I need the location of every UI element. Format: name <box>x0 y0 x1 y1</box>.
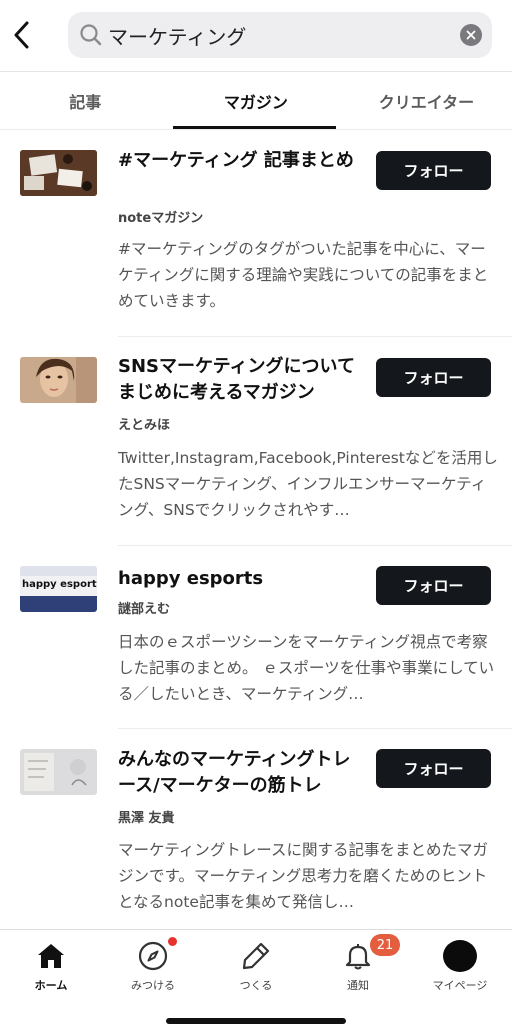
chevron-left-icon <box>14 21 29 49</box>
nav-label: つくる <box>239 979 273 992</box>
magazine-author[interactable]: えとみほ <box>118 414 170 433</box>
search-input[interactable] <box>108 12 448 58</box>
whiteboard-photo-thumbnail[interactable] <box>20 749 97 795</box>
search-bar[interactable] <box>68 12 492 58</box>
magazine-title[interactable]: SNSマーケティングについてまじめに考えるマガジン <box>118 354 368 406</box>
magazine-title[interactable]: happy esports <box>118 566 368 592</box>
nav-notifications[interactable]: 21 通知 <box>308 930 408 996</box>
magazine-description: マーケティングトレースに関する記事をまとめたマガジンです。マーケティング思考力を… <box>118 841 488 911</box>
tab-articles[interactable]: 記事 <box>0 72 171 130</box>
happy-esports-thumbnail[interactable]: happy esports <box>20 566 97 612</box>
magazine-title[interactable]: #マーケティング 記事まとめ <box>118 148 368 174</box>
nav-label: ホーム <box>34 979 68 992</box>
search-header <box>0 0 512 72</box>
nav-label: 通知 <box>347 979 369 992</box>
desk-photo-thumbnail[interactable] <box>20 150 97 196</box>
pencil-icon <box>242 942 270 970</box>
tab-creators[interactable]: クリエイター <box>341 72 512 130</box>
follow-button[interactable]: フォロー <box>376 358 491 397</box>
magazine-author[interactable]: 黒澤 友貴 <box>118 807 175 826</box>
nav-discover[interactable]: みつける <box>103 930 203 996</box>
nav-label: みつける <box>131 979 175 992</box>
magazine-title[interactable]: みんなのマーケティングトレース/マーケターの筋トレ <box>118 747 368 799</box>
follow-button[interactable]: フォロー <box>376 749 491 788</box>
back-button[interactable] <box>6 16 36 54</box>
notification-badge: 21 <box>370 934 400 956</box>
tab-magazines[interactable]: マガジン <box>171 72 342 130</box>
clear-search-button[interactable] <box>460 24 482 46</box>
home-indicator <box>166 1018 346 1024</box>
follow-button[interactable]: フォロー <box>376 566 491 605</box>
avatar <box>443 940 477 972</box>
nav-home[interactable]: ホーム <box>1 930 101 996</box>
nav-label: マイページ <box>432 979 488 992</box>
home-icon <box>38 944 64 968</box>
search-icon <box>80 24 102 46</box>
compass-icon <box>138 941 168 971</box>
magazine-description: #マーケティングのタグがついた記事を中心に、マーケティングに関する理論や実践につ… <box>118 240 489 310</box>
bottom-navigation: ホーム みつける つくる 21 通知 マイページ <box>0 930 512 1024</box>
magazine-author[interactable]: 謎部えむ <box>118 598 170 617</box>
follow-button[interactable]: フォロー <box>376 151 491 190</box>
list-divider <box>118 545 512 546</box>
magazine-description: Twitter,Instagram,Facebook,Pinterestなどを活… <box>118 449 498 519</box>
nav-create[interactable]: つくる <box>206 930 306 996</box>
tabs-divider <box>0 129 512 130</box>
list-divider <box>118 728 512 729</box>
magazine-description: 日本のｅスポーツシーンをマーケティング視点で考察した記事のまとめ。 ｅスポーツを… <box>118 633 495 703</box>
search-tabs: 記事 マガジン クリエイター <box>0 72 512 130</box>
nav-mypage[interactable]: マイページ <box>410 930 510 996</box>
portrait-photo-thumbnail[interactable] <box>20 357 97 403</box>
list-divider <box>118 336 512 337</box>
magazine-author[interactable]: noteマガジン <box>118 207 203 226</box>
thumbnail-label: happy esports <box>22 579 97 590</box>
notification-dot <box>168 937 177 946</box>
close-icon <box>466 30 476 40</box>
